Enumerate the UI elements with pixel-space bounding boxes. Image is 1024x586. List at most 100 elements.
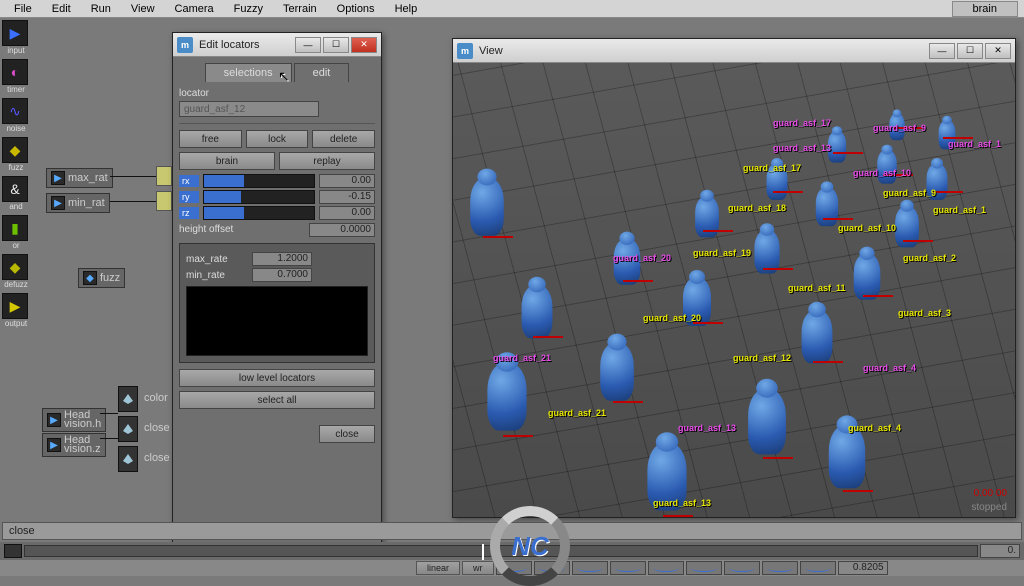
height-offset-value[interactable]: 0.0000: [309, 223, 375, 237]
node-canvas[interactable]: ▶input ◐timer ∿noise ◆fuzz &and ▮or ◆def…: [0, 18, 1024, 536]
curve-preset-icon[interactable]: [648, 561, 684, 575]
replay-button[interactable]: replay: [279, 152, 375, 170]
viewport-3d[interactable]: guard_asf_17 guard_asf_9 guard_asf_13 guard…: [453, 63, 1015, 517]
agent-label: guard_asf_1: [948, 139, 1001, 149]
slider-ry[interactable]: [203, 190, 315, 204]
brain-button[interactable]: brain: [179, 152, 275, 170]
tool-fuzz-icon[interactable]: ◆: [2, 137, 28, 163]
locator-icon[interactable]: [118, 386, 138, 412]
value-ry[interactable]: -0.15: [319, 190, 375, 204]
close-dialog-button[interactable]: close: [319, 425, 375, 443]
locator-icon[interactable]: [118, 446, 138, 472]
agent-figure[interactable]: [877, 150, 897, 184]
close-button[interactable]: ✕: [351, 37, 377, 53]
value-rx[interactable]: 0.00: [319, 174, 375, 188]
param-rz-label: rz: [179, 207, 199, 219]
slider-rz[interactable]: [203, 206, 315, 220]
agent-label: guard_asf_20: [643, 313, 701, 323]
timeline-value[interactable]: 0.: [980, 544, 1020, 558]
menu-run[interactable]: Run: [81, 1, 121, 17]
param-rx-label: rx: [179, 175, 199, 187]
menu-help[interactable]: Help: [385, 1, 428, 17]
node-close[interactable]: close: [140, 420, 174, 436]
locator-field[interactable]: [179, 101, 319, 117]
tool-timer-icon[interactable]: ◐: [2, 59, 28, 85]
curve-preset-icon[interactable]: [724, 561, 760, 575]
node-label: close: [144, 452, 170, 464]
view-window[interactable]: m View — ☐ ✕ guard_asf_17guard_asf_9guar…: [452, 38, 1016, 518]
agent-figure[interactable]: [522, 286, 553, 339]
curve-preset-icon[interactable]: [610, 561, 646, 575]
tool-noise-icon[interactable]: ∿: [2, 98, 28, 124]
agent-figure[interactable]: [816, 188, 838, 226]
titlebar[interactable]: m View — ☐ ✕: [453, 39, 1015, 63]
delete-button[interactable]: delete: [312, 130, 375, 148]
linear-button[interactable]: linear: [416, 561, 460, 575]
curve-preset-icon[interactable]: [686, 561, 722, 575]
minimize-button[interactable]: —: [295, 37, 321, 53]
node-head-vision-h[interactable]: ▶Head vision.h: [42, 408, 106, 432]
min-rate-value[interactable]: 0.7000: [252, 268, 312, 282]
agent-figure[interactable]: [487, 363, 526, 430]
agent-figure[interactable]: [600, 343, 634, 401]
tool-and-icon[interactable]: &: [2, 176, 28, 202]
agent-label: guard_asf_9: [873, 123, 926, 133]
titlebar[interactable]: m Edit locators — ☐ ✕: [173, 33, 381, 57]
menu-edit[interactable]: Edit: [42, 1, 81, 17]
free-button[interactable]: free: [179, 130, 242, 148]
curve-preset-icon[interactable]: [800, 561, 836, 575]
menu-terrain[interactable]: Terrain: [273, 1, 327, 17]
tool-input-icon[interactable]: ▶: [2, 20, 28, 46]
agent-label: guard_asf_12: [733, 353, 791, 363]
close-button[interactable]: ✕: [985, 43, 1011, 59]
curve-preset-icon[interactable]: [762, 561, 798, 575]
agent-figure[interactable]: [470, 178, 504, 236]
menu-view[interactable]: View: [121, 1, 165, 17]
agent-label: guard_asf_13: [678, 423, 736, 433]
maximize-button[interactable]: ☐: [323, 37, 349, 53]
max-rate-value[interactable]: 1.2000: [252, 252, 312, 266]
node-fuzz[interactable]: ◆fuzz: [78, 268, 125, 288]
value-rz[interactable]: 0.00: [319, 206, 375, 220]
brain-selector[interactable]: brain: [952, 1, 1018, 17]
node-min-rate[interactable]: ▶min_rat: [46, 193, 110, 213]
maximize-button[interactable]: ☐: [957, 43, 983, 59]
tool-label: and: [2, 202, 30, 211]
node-connector[interactable]: [156, 166, 172, 186]
node-color[interactable]: color: [140, 390, 172, 406]
node-close[interactable]: close: [140, 450, 174, 466]
agent-figure[interactable]: [802, 311, 833, 364]
menu-options[interactable]: Options: [327, 1, 385, 17]
low-level-locators-button[interactable]: low level locators: [179, 369, 375, 387]
menu-file[interactable]: File: [4, 1, 42, 17]
locator-icon[interactable]: [118, 416, 138, 442]
tool-output-icon[interactable]: ▶: [2, 293, 28, 319]
wrap-button[interactable]: wr: [462, 561, 494, 575]
edit-locators-dialog[interactable]: m Edit locators — ☐ ✕ selections edit lo…: [172, 32, 382, 548]
minimize-button[interactable]: —: [929, 43, 955, 59]
node-label: close: [144, 422, 170, 434]
menu-fuzzy[interactable]: Fuzzy: [224, 1, 273, 17]
timeline-marker[interactable]: [482, 544, 484, 560]
agent-figure[interactable]: [829, 426, 865, 488]
lock-button[interactable]: lock: [246, 130, 309, 148]
node-max-rate[interactable]: ▶max_rat: [46, 168, 113, 188]
select-all-button[interactable]: select all: [179, 391, 375, 409]
node-label: color: [144, 392, 168, 404]
tool-defuzz-icon[interactable]: ◆: [2, 254, 28, 280]
curve-value[interactable]: 0.8205: [838, 561, 888, 575]
menu-camera[interactable]: Camera: [165, 1, 224, 17]
tool-or-icon[interactable]: ▮: [2, 215, 28, 241]
agent-figure[interactable]: [748, 390, 786, 455]
tool-label: or: [2, 241, 30, 250]
node-head-vision-z[interactable]: ▶Head vision.z: [42, 433, 106, 457]
curve-preset-icon[interactable]: [572, 561, 608, 575]
tab-edit[interactable]: edit: [294, 63, 350, 82]
node-connector[interactable]: [156, 191, 172, 211]
agent-figure[interactable]: [854, 254, 881, 300]
timeline-icon[interactable]: [4, 544, 22, 558]
slider-rx[interactable]: [203, 174, 315, 188]
menu-bar: File Edit Run View Camera Fuzzy Terrain …: [0, 0, 1024, 18]
agent-label: guard_asf_17: [743, 163, 801, 173]
tab-selections[interactable]: selections: [205, 63, 292, 82]
